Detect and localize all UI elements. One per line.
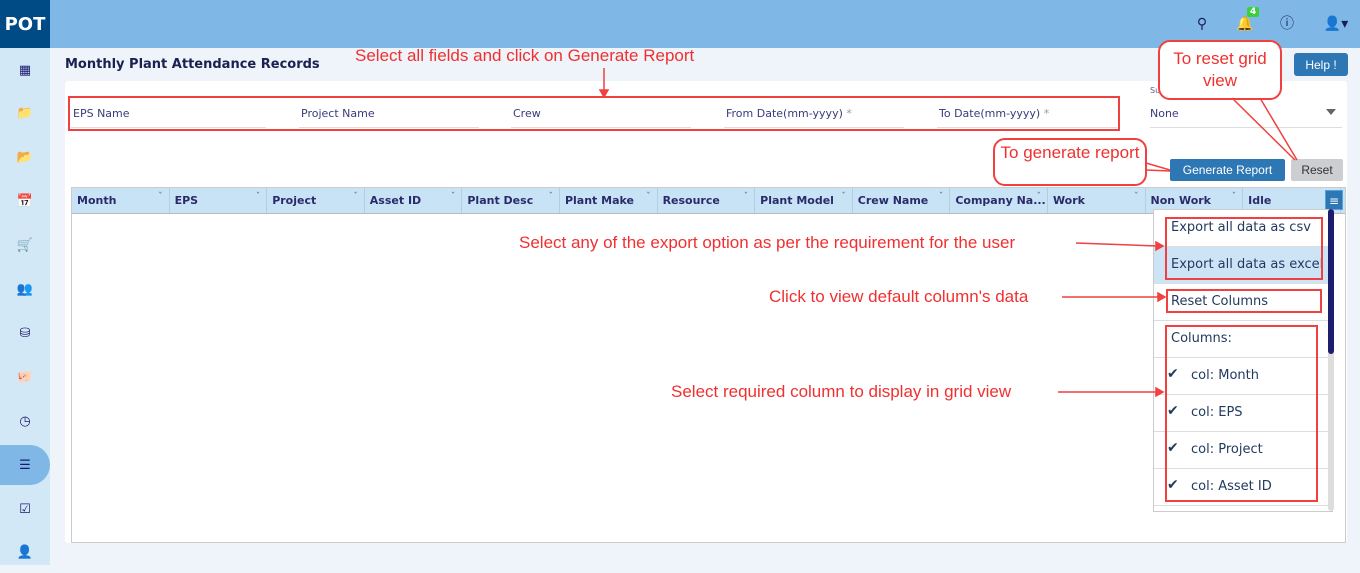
calendar-icon: 📅: [16, 194, 34, 210]
sidebar-item[interactable]: 🐖: [0, 357, 50, 397]
column-label: Month: [77, 194, 117, 207]
chevron-down-icon[interactable]: ˇ: [256, 192, 261, 202]
column-header[interactable]: Crew Name ˇ: [853, 188, 951, 213]
column-label: Company Na...: [955, 194, 1046, 207]
menu-scrollbar-thumb[interactable]: [1328, 209, 1334, 354]
chevron-down-icon[interactable]: ˇ: [353, 192, 358, 202]
column-header[interactable]: Plant Make ˇ: [560, 188, 658, 213]
chevron-down-icon[interactable]: ˇ: [548, 192, 553, 202]
sub-reports-select[interactable]: None: [1150, 100, 1342, 128]
column-label: Resource: [662, 194, 720, 207]
column-header[interactable]: Resource ˇ: [658, 188, 756, 213]
sidebar-item[interactable]: 🛒: [0, 226, 50, 266]
column-label: Crew Name: [857, 194, 929, 207]
checkbox-icon: ☑: [19, 501, 31, 517]
page-title: Monthly Plant Attendance Records: [65, 57, 320, 72]
column-header[interactable]: Company Na... ˇ: [950, 188, 1048, 213]
users-icon: 👥: [16, 282, 34, 297]
help-button[interactable]: Help !: [1294, 53, 1348, 76]
column-label: EPS: [174, 194, 199, 207]
column-header[interactable]: Project ˇ: [267, 188, 365, 213]
column-label: Plant Desc: [467, 194, 534, 207]
chevron-down-icon[interactable]: ˇ: [744, 192, 749, 202]
annotation-box-reset: [1166, 289, 1322, 313]
generate-report-button[interactable]: Generate Report: [1170, 159, 1285, 181]
sub-reports-value: None: [1150, 107, 1179, 120]
column-label: Project: [272, 194, 317, 207]
sidebar-item[interactable]: 👥: [0, 270, 50, 310]
database-icon: ⛁: [19, 325, 31, 341]
sidebar-item[interactable]: 📂: [0, 138, 50, 178]
annotation-box-columns: [1165, 325, 1318, 502]
column-header[interactable]: Asset ID ˇ: [365, 188, 463, 213]
piggy-bank-icon: 🐖: [16, 369, 34, 385]
caret-down-icon: [1326, 109, 1336, 115]
grid-menu-button[interactable]: ≡: [1325, 190, 1343, 210]
annotation-select-cols: Select required column to display in gri…: [671, 382, 1012, 401]
column-label: Idle: [1248, 194, 1272, 207]
annotation-reset-grid: To reset grid view: [1158, 40, 1282, 100]
cart-icon: 🛒: [16, 238, 34, 254]
sidebar-item[interactable]: ⛁: [0, 313, 50, 353]
search-icon[interactable]: ⚲: [1192, 14, 1212, 34]
bell-icon[interactable]: 🔔: [1235, 14, 1255, 34]
notification-badge: 4: [1247, 7, 1260, 17]
sidebar-item[interactable]: 📅: [0, 182, 50, 222]
dashboard-icon: ◷: [19, 413, 31, 429]
sidebar-item[interactable]: ▦: [0, 50, 50, 90]
sidebar-item[interactable]: 📁: [0, 94, 50, 134]
building-icon: ▦: [18, 62, 32, 78]
chevron-down-icon[interactable]: ˇ: [451, 192, 456, 202]
column-header[interactable]: Work ˇ: [1048, 188, 1146, 213]
user-menu-icon[interactable]: 👤▾: [1318, 14, 1354, 34]
annotation-box-export: [1165, 217, 1323, 280]
column-label: Plant Model: [760, 194, 834, 207]
annotation-fields: Select all fields and click on Generate …: [355, 46, 695, 65]
chevron-down-icon[interactable]: ˇ: [158, 192, 163, 202]
reset-button[interactable]: Reset: [1291, 159, 1343, 181]
column-label: Work: [1052, 194, 1085, 207]
sidebar-item[interactable]: ☰: [0, 445, 50, 486]
sidebar-item[interactable]: ☑: [0, 489, 50, 529]
column-header[interactable]: Month ˇ: [72, 188, 170, 213]
annotation-export: Select any of the export option as per t…: [519, 233, 1016, 252]
column-header[interactable]: Plant Desc ˇ: [462, 188, 560, 213]
list-icon: ☰: [19, 457, 31, 473]
chevron-down-icon[interactable]: ˇ: [939, 192, 944, 202]
column-header[interactable]: Plant Model ˇ: [755, 188, 853, 213]
logo[interactable]: POT: [0, 0, 50, 48]
column-label: Non Work: [1150, 194, 1211, 207]
chevron-down-icon[interactable]: ˇ: [841, 192, 846, 202]
chevron-down-icon[interactable]: ˇ: [1036, 192, 1041, 202]
column-label: Asset ID: [369, 194, 422, 207]
folder-icon: 📁: [16, 106, 34, 122]
column-label: Plant Make: [564, 194, 634, 207]
sidebar-item[interactable]: 👤: [0, 533, 50, 573]
info-icon[interactable]: ⓘ: [1277, 14, 1297, 34]
column-header[interactable]: EPS ˇ: [170, 188, 268, 213]
sidebar-item[interactable]: ◷: [0, 401, 50, 441]
annotation-generate: To generate report: [993, 138, 1147, 186]
chevron-down-icon[interactable]: ˇ: [646, 192, 651, 202]
chevron-down-icon[interactable]: ˇ: [1134, 192, 1139, 202]
annotation-box-fields: [68, 96, 1120, 131]
user-icon: 👤: [16, 545, 34, 561]
top-bar: [0, 0, 1360, 48]
chevron-down-icon[interactable]: ˇ: [1232, 192, 1237, 202]
folder-open-icon: 📂: [16, 150, 34, 166]
annotation-reset-cols: Click to view default column's data: [769, 287, 1029, 306]
